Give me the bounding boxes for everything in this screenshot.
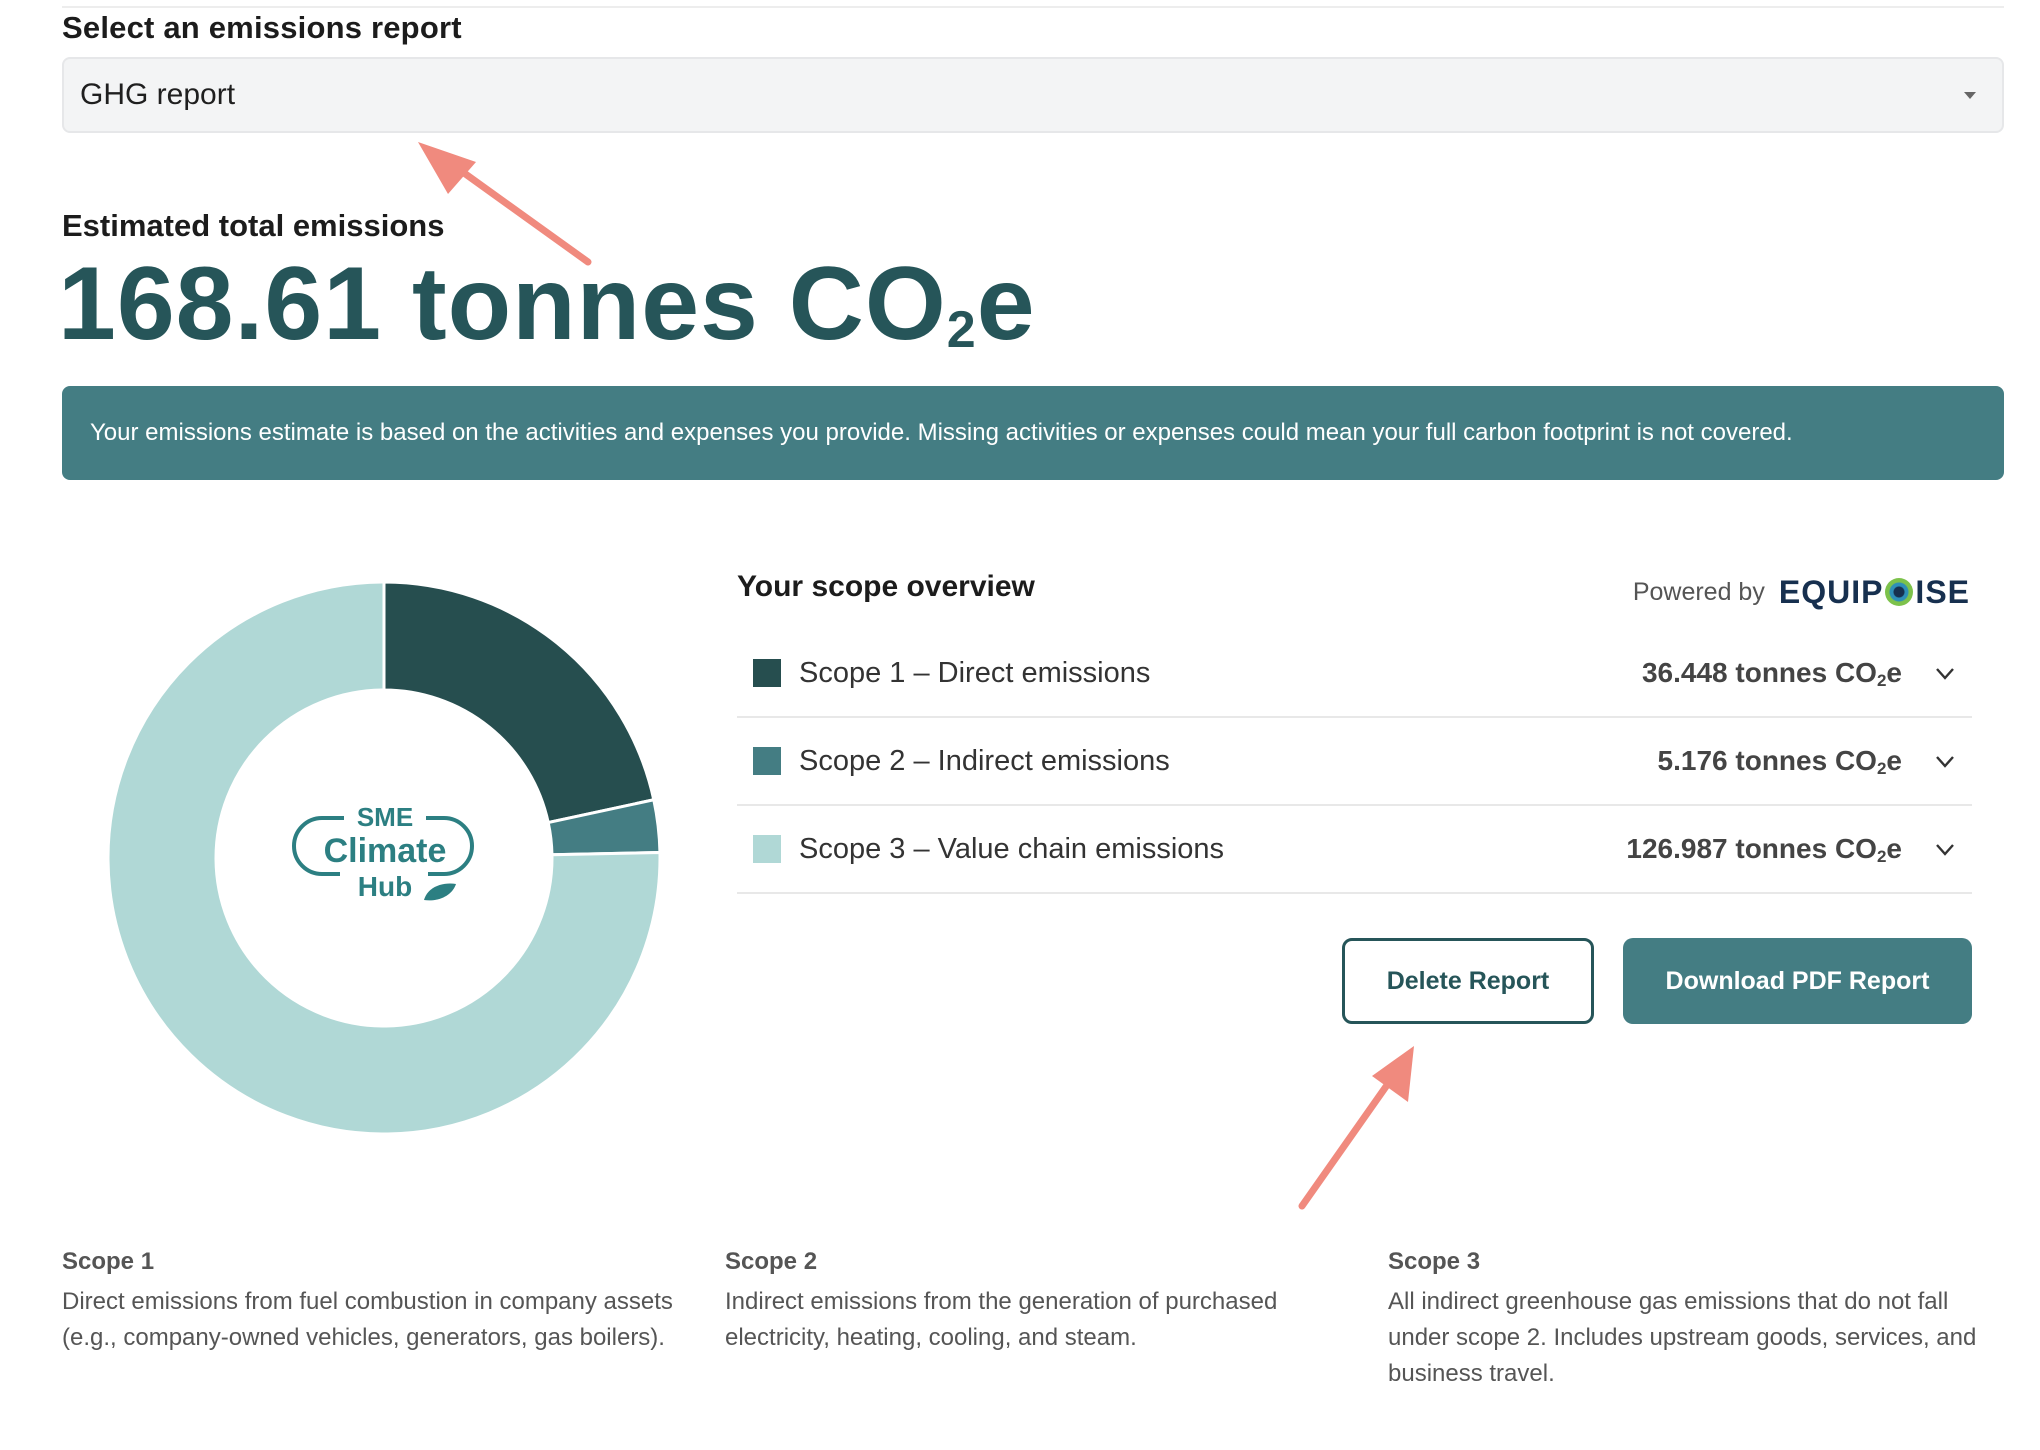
equipoise-left: EQUIP	[1778, 573, 1884, 610]
powered-by: Powered by EQUIP ISE	[1633, 570, 1970, 614]
scope-1-amount-suffix: e	[1886, 657, 1902, 688]
logo-line-2: Climate	[324, 832, 447, 870]
scope-overview-title: Your scope overview	[737, 570, 1035, 603]
scope-1-amount-number: 36.448 tonnes CO	[1641, 657, 1877, 688]
delete-report-button[interactable]: Delete Report	[1342, 938, 1594, 1024]
report-select-value: GHG report	[80, 78, 236, 111]
scope-3-desc-body: All indirect greenhouse gas emissions th…	[1388, 1288, 1977, 1387]
arrow-to-delete-head	[1372, 1046, 1414, 1102]
powered-by-label: Powered by	[1632, 577, 1765, 606]
scope-2-swatch	[753, 747, 781, 775]
scope-1-name: Scope 1 – Direct emissions	[799, 656, 1151, 689]
scope-2-description: Scope 2 Indirect emissions from the gene…	[725, 1248, 1345, 1356]
report-select[interactable]: GHG report	[62, 57, 2004, 133]
arrow-to-select-head	[418, 142, 476, 194]
scope-2-desc-title: Scope 2	[725, 1248, 818, 1275]
scope-2-amount-suffix: e	[1886, 745, 1902, 776]
scope-1-amount-sub: 2	[1876, 671, 1887, 690]
scope-3-amount-number: 126.987 tonnes CO	[1626, 833, 1877, 864]
logo-line-3: Hub	[358, 871, 412, 902]
arrow-to-delete-line	[1298, 1074, 1396, 1210]
report-select-label: Select an emissions report	[62, 10, 462, 45]
chevron-down-icon[interactable]	[1932, 748, 1958, 774]
globe-icon	[1885, 578, 1914, 606]
scope-3-name: Scope 3 – Value chain emissions	[799, 832, 1225, 865]
scope-3-amount-suffix: e	[1886, 833, 1902, 864]
total-emissions-subscript: 2	[946, 301, 977, 359]
total-emissions-value: 168.61 tonnes CO2e	[58, 244, 1036, 364]
donut-slice-scope-1[interactable]	[382, 582, 656, 825]
logo-svg: SME Climate Hub	[292, 802, 474, 902]
scope-3-amount: 126.987 tonnes CO2e	[1626, 833, 1902, 865]
scope-2-desc-body: Indirect emissions from the generation o…	[725, 1288, 1278, 1351]
scope-3-amount-sub: 2	[1876, 847, 1887, 866]
total-emissions-label: Estimated total emissions	[62, 208, 445, 243]
scope-row-3[interactable]: Scope 3 – Value chain emissions 126.987 …	[737, 806, 1972, 894]
logo-line-1: SME	[357, 802, 413, 832]
info-banner: Your emissions estimate is based on the …	[62, 386, 2004, 480]
scope-list: Scope 1 – Direct emissions 36.448 tonnes…	[737, 630, 1972, 894]
emissions-report-page: Select an emissions report GHG report Es…	[0, 0, 2040, 1450]
chevron-down-icon[interactable]	[1932, 660, 1958, 686]
caret-down-icon	[1964, 92, 1976, 99]
equipoise-right: ISE	[1915, 573, 1970, 610]
scope-2-amount-sub: 2	[1876, 759, 1887, 778]
scope-2-amount: 5.176 tonnes CO2e	[1658, 745, 1902, 777]
sme-climate-hub-logo: SME Climate Hub	[292, 800, 478, 910]
scope-1-amount: 36.448 tonnes CO2e	[1642, 657, 1902, 689]
scope-3-swatch	[753, 835, 781, 863]
total-emissions-number: 168.61 tonnes CO	[58, 246, 947, 362]
scope-2-name: Scope 2 – Indirect emissions	[799, 744, 1170, 777]
scope-3-desc-title: Scope 3	[1388, 1248, 1481, 1275]
scope-1-desc-title: Scope 1	[62, 1248, 155, 1275]
scope-row-2[interactable]: Scope 2 – Indirect emissions 5.176 tonne…	[737, 718, 1972, 806]
scope-1-desc-body: Direct emissions from fuel combustion in…	[62, 1288, 673, 1351]
scope-row-1[interactable]: Scope 1 – Direct emissions 36.448 tonnes…	[737, 630, 1972, 718]
download-pdf-button[interactable]: Download PDF Report	[1623, 938, 1972, 1024]
scope-3-description: Scope 3 All indirect greenhouse gas emis…	[1388, 1248, 2008, 1392]
scope-1-swatch	[753, 659, 781, 687]
scope-1-description: Scope 1 Direct emissions from fuel combu…	[62, 1248, 682, 1356]
total-emissions-suffix: e	[976, 246, 1036, 362]
chevron-down-icon[interactable]	[1932, 836, 1958, 862]
top-divider	[62, 6, 2004, 8]
equipoise-logo: EQUIP ISE	[1779, 574, 1970, 611]
scope-2-amount-number: 5.176 tonnes CO	[1657, 745, 1877, 776]
